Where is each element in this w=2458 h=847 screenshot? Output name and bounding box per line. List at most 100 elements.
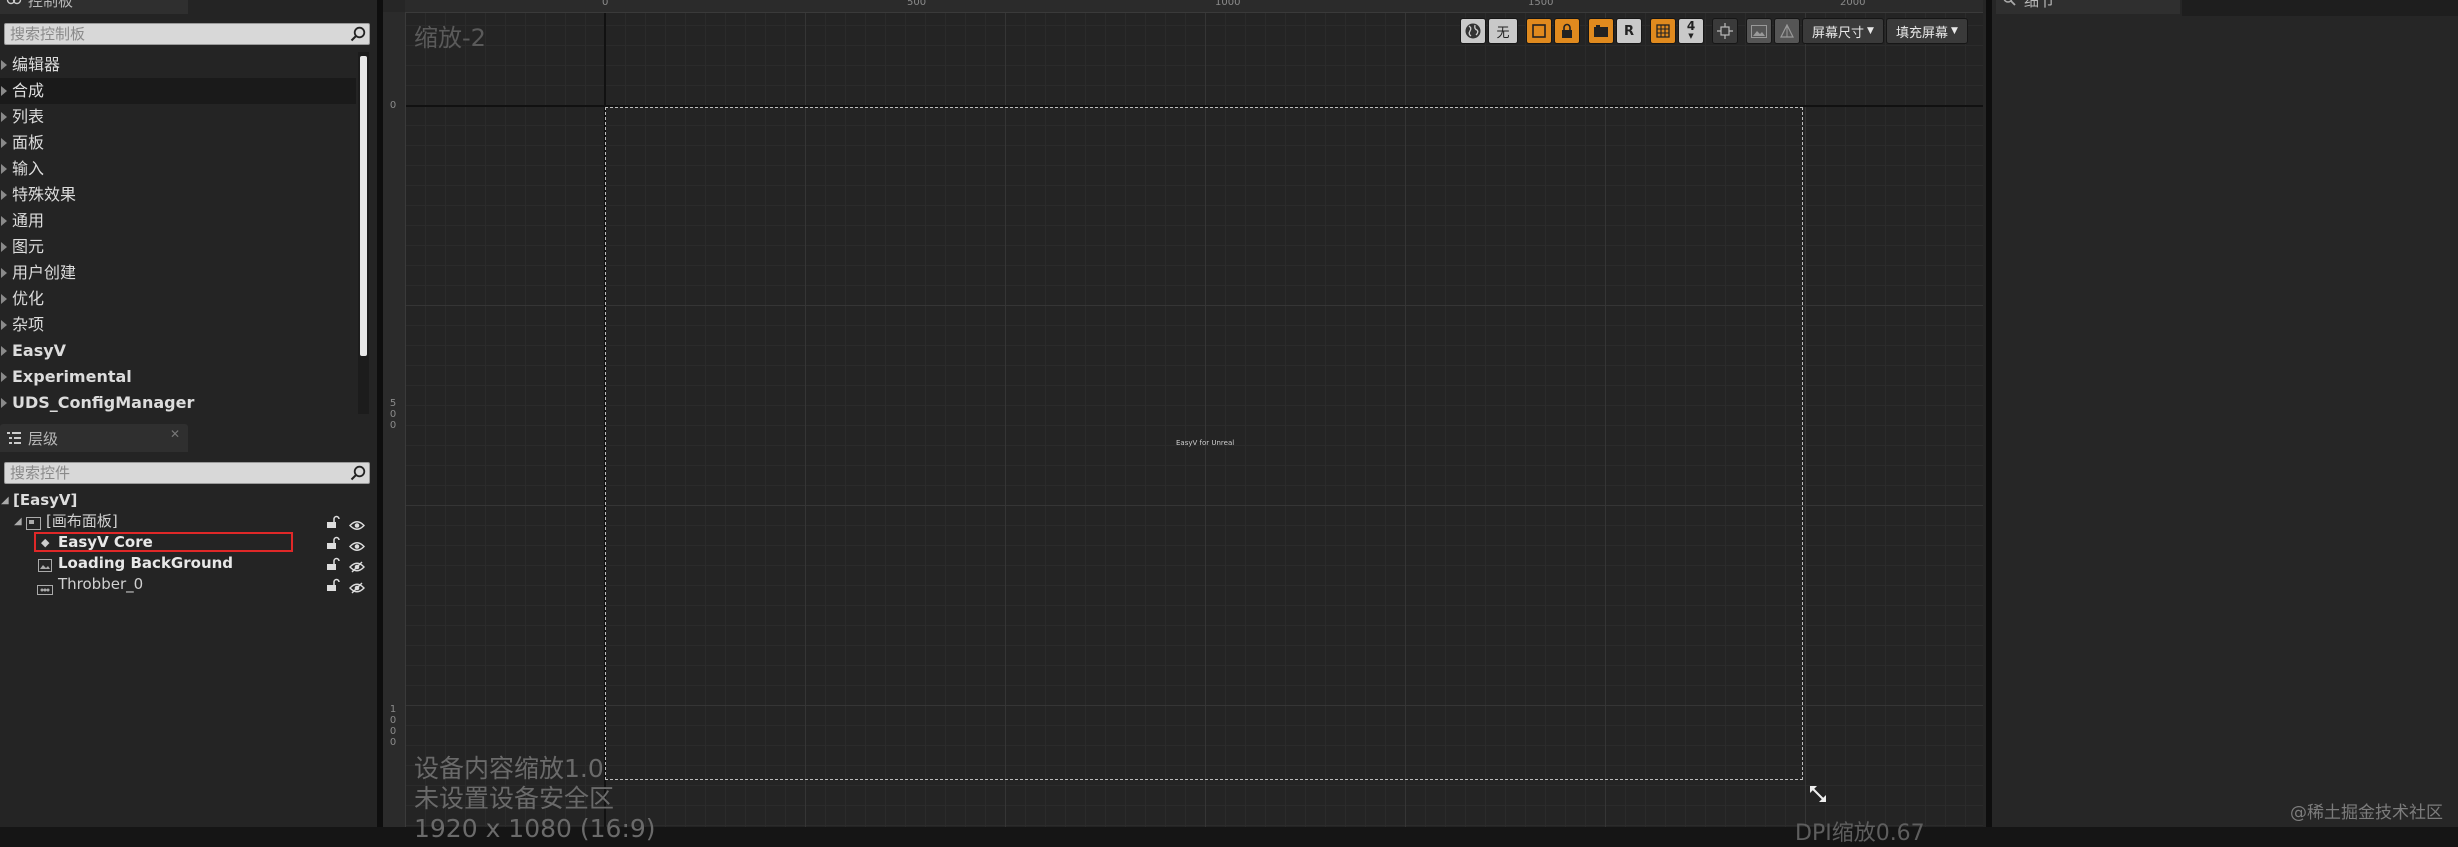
palette-item-list[interactable]: 列表 (0, 104, 356, 130)
square-outline-icon (1532, 24, 1546, 38)
palette-item-label: Experimental (12, 367, 132, 386)
zoom-label: 缩放-2 (414, 24, 486, 52)
palette-item-user-created[interactable]: 用户创建 (0, 260, 356, 286)
palette-item-label: 优化 (12, 289, 45, 308)
v-tick: 500 (389, 398, 397, 431)
search-icon[interactable] (347, 24, 369, 44)
h-tick: 1000 (1215, 0, 1241, 8)
palette-item-easyv[interactable]: EasyV (0, 338, 356, 364)
h-tick: 1500 (1528, 0, 1554, 8)
v-tick: 1000 (389, 704, 397, 748)
close-icon[interactable]: ✕ (2162, 0, 2172, 3)
perspective-icon (1780, 24, 1794, 38)
palette-item-label: EasyV (12, 341, 67, 360)
palette-item-label: 面板 (12, 133, 45, 152)
close-icon[interactable]: ✕ (170, 0, 180, 3)
palette-item-experimental[interactable]: Experimental (0, 364, 356, 390)
palette-search-input[interactable] (5, 24, 347, 44)
respect-locks-button[interactable]: R (1616, 18, 1642, 44)
palette-item-editor[interactable]: 编辑器 (0, 52, 356, 78)
globe-button[interactable] (1460, 18, 1486, 44)
four-label: 4 (1686, 19, 1696, 33)
palette-item-special-effects[interactable]: 特殊效果 (0, 182, 356, 208)
image-icon (1751, 24, 1767, 38)
palette-item-label: 输入 (12, 159, 45, 178)
expand-arrow-icon[interactable]: ◢ (14, 511, 22, 532)
tree-row-throbber[interactable]: Throbber_0 (0, 574, 377, 595)
tree-canvas-panel-label: [画布面板] (46, 512, 118, 530)
fill-screen-label: 填充屏幕 (1896, 25, 1949, 41)
chevron-down-icon: ▼ (1951, 26, 1958, 36)
palette-search[interactable] (4, 23, 370, 45)
tab-palette[interactable]: 控制板 ✕ (0, 0, 188, 14)
hierarchy-search-input[interactable] (5, 463, 347, 483)
globe-icon (1465, 23, 1481, 39)
details-panel: 细节 ✕ (1992, 0, 2458, 827)
tree-loading-background-label: Loading BackGround (58, 554, 234, 572)
highlight-box (34, 532, 293, 552)
h-tick: 2000 (1840, 0, 1866, 8)
chevron-down-icon: ▼ (1867, 26, 1874, 36)
palette-item-common[interactable]: 通用 (0, 208, 356, 234)
close-icon[interactable]: ✕ (170, 427, 180, 441)
lock-open-icon[interactable] (326, 577, 340, 598)
r-label: R (1623, 23, 1634, 39)
none-label: 无 (1496, 25, 1510, 41)
palette-item-input[interactable]: 输入 (0, 156, 356, 182)
device-resolution: 1920 x 1080 (16:9) (414, 814, 656, 843)
transform-mode-button[interactable] (1712, 18, 1738, 44)
perspective-button[interactable] (1774, 18, 1800, 44)
none-button[interactable]: 无 (1488, 18, 1518, 44)
v-tick: 0 (389, 100, 397, 111)
palette-item-uds-configmanager[interactable]: UDS_ConfigManager (0, 390, 356, 416)
grid-size-button[interactable]: 4 ▼ (1678, 18, 1704, 44)
palette-item-panel[interactable]: 面板 (0, 130, 356, 156)
background-image-button[interactable] (1746, 18, 1772, 44)
transform-icon (1717, 23, 1733, 39)
palette-item-label: UDS_ConfigManager (12, 393, 195, 412)
outline-toggle-button[interactable] (1526, 18, 1552, 44)
lock-toggle-button[interactable] (1554, 18, 1580, 44)
device-safe-zone: 未设置设备安全区 (414, 784, 615, 813)
locale-toggle-button[interactable] (1588, 18, 1614, 44)
tree-throbber-label: Throbber_0 (58, 575, 144, 593)
eye-hidden-icon[interactable] (349, 579, 365, 600)
easyv-core-widget-text[interactable]: EasyV for Unreal (1176, 439, 1234, 447)
tab-hierarchy[interactable]: 层级 ✕ (0, 424, 188, 452)
search-icon[interactable] (347, 463, 369, 483)
palette-item-misc[interactable]: 杂项 (0, 312, 356, 338)
tree-row-loading-background[interactable]: Loading BackGround (0, 553, 377, 574)
palette-item-label: 杂项 (12, 315, 45, 334)
palette-scrollbar[interactable] (360, 56, 367, 356)
palette-icon (6, 0, 22, 8)
palette-item-label: 合成 (12, 81, 45, 100)
resize-handle-icon[interactable] (1808, 784, 1828, 808)
device-content-scale: 设备内容缩放1.0 (414, 754, 604, 783)
palette-item-label: 编辑器 (12, 55, 61, 74)
device-info: 设备内容缩放1.0 未设置设备安全区 1920 x 1080 (16:9) (414, 754, 656, 844)
hierarchy-search[interactable] (4, 462, 370, 484)
grid-snap-button[interactable] (1650, 18, 1676, 44)
lock-icon (1562, 23, 1572, 38)
hierarchy-icon (6, 430, 22, 446)
expand-arrow-icon[interactable]: ◢ (1, 490, 9, 511)
palette-item-label: 用户创建 (12, 263, 77, 282)
horizontal-ruler: 0 500 1000 1500 2000 (405, 0, 1983, 13)
tab-details-label: 细节 (2024, 0, 2055, 10)
h-tick: 500 (907, 0, 927, 8)
tree-row-root[interactable]: ◢ [EasyV] (0, 490, 377, 511)
palette-item-compose[interactable]: 合成 (0, 78, 356, 104)
screen-size-dropdown[interactable]: 屏幕尺寸 ▼ (1802, 18, 1884, 44)
palette-item-optimization[interactable]: 优化 (0, 286, 356, 312)
tree-row-canvas-panel[interactable]: ◢ [画布面板] (0, 511, 377, 532)
palette-item-label: 列表 (12, 107, 45, 126)
palette-item-primitive[interactable]: 图元 (0, 234, 356, 260)
watermark: @稀土掘金技术社区 (2290, 803, 2443, 823)
tab-strip-background (2182, 0, 2458, 16)
chevron-down-icon: ▼ (1688, 32, 1694, 40)
designer-toolbar: 无 R 4 ▼ 屏幕尺寸 ▼ 填充屏幕 ▼ (1460, 18, 1968, 44)
throbber-widget-icon (37, 580, 53, 601)
tab-details[interactable]: 细节 ✕ (1996, 0, 2180, 14)
details-icon (2002, 0, 2018, 8)
fill-screen-dropdown[interactable]: 填充屏幕 ▼ (1886, 18, 1968, 44)
